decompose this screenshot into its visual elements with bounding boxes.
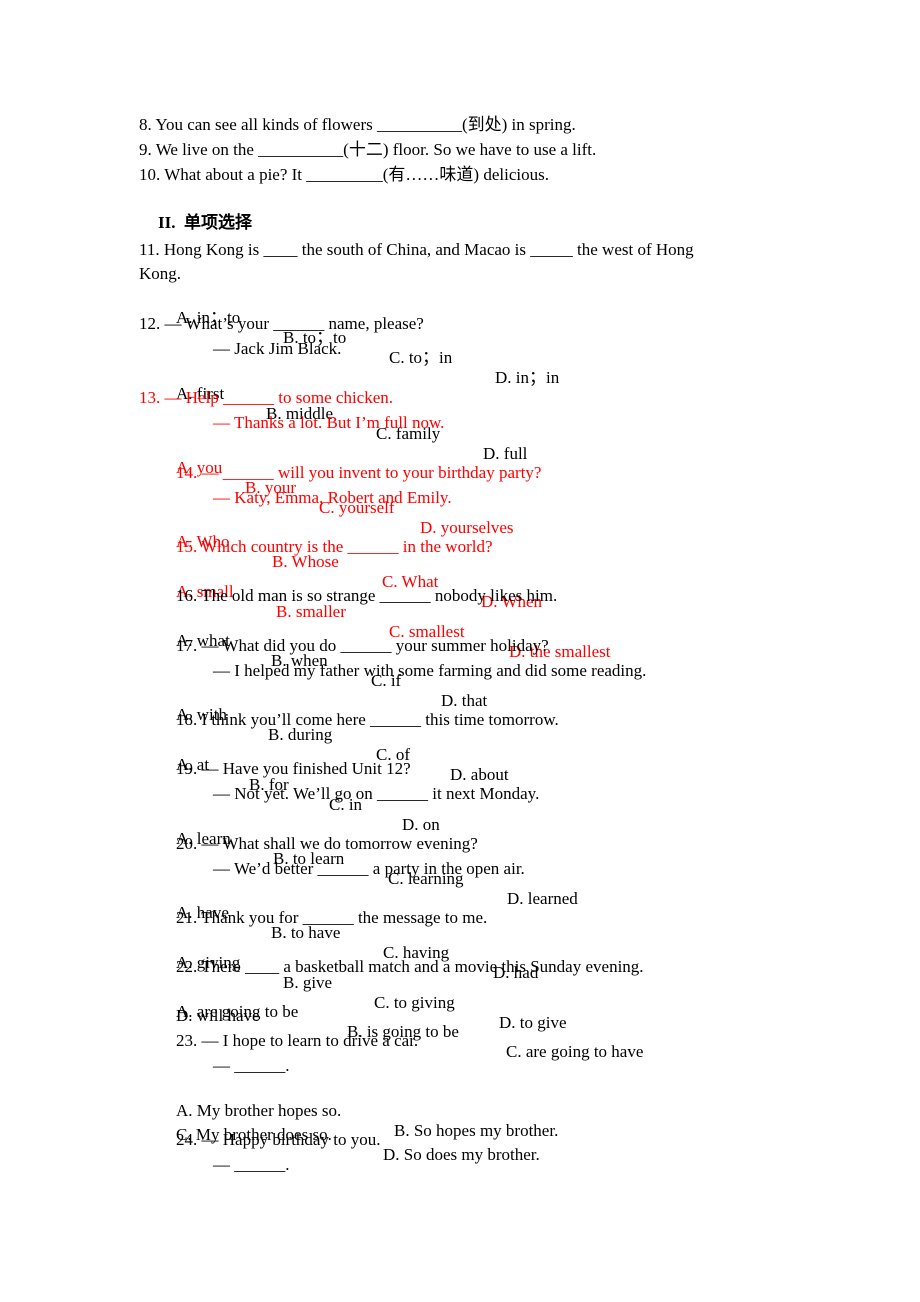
question-16-stem: 16. The old man is so strange ______ nob… <box>176 586 558 605</box>
question-14-options: A. Who B. Whose C. What D. When <box>0 512 920 611</box>
question-17-reply: — I helped my father with some farming a… <box>213 661 647 680</box>
question-15-stem: 15. Which country is the ______ in the w… <box>176 537 493 556</box>
question-21-options: A. giving B. give C. to giving D. to giv… <box>0 933 920 1032</box>
question-19-options: A. learn B. to learn C. learning D. lear… <box>0 809 920 908</box>
question-13-stem: 13. — Help ______ to some chicken. <box>139 388 394 407</box>
question-21-stem: 21. Thank you for ______ the message to … <box>176 908 488 927</box>
question-20-reply: — We’d better ______ a party in the open… <box>213 859 525 878</box>
question-20-stem: 20. — What shall we do tomorrow evening? <box>176 834 478 853</box>
question-19-stem: 19. — Have you finished Unit 12? <box>176 759 411 778</box>
question-12-stem: 12. — What’s your ______ name, please? <box>139 314 424 333</box>
question-23-stem: 23. — I hope to learn to drive a car. <box>176 1031 419 1050</box>
question-14-stem: 14. — ______ will you invent to your bir… <box>176 463 542 482</box>
option-d: D. So does my brother. <box>383 1145 540 1164</box>
question-13-options: A. you B. your C. yourself D. yourselves <box>0 438 920 537</box>
question-23-options-row1: A. My brother hopes so. B. So hopes my b… <box>0 1081 920 1140</box>
question-23-options-row2: C. My brother does so. D. So does my bro… <box>0 1105 920 1164</box>
question-17-options: A. with B. during C. of D. about <box>0 685 920 784</box>
question-19-reply: — Not yet. We’ll go on ______ it next Mo… <box>213 784 540 803</box>
option-d: D. about <box>450 765 509 784</box>
question-22-stem: 22. There ____ a basketball match and a … <box>176 957 644 976</box>
question-16-options: A. what B. when C. if D. that <box>0 611 920 710</box>
question-22-options: A. are going to be B. is going to be C. … <box>0 982 920 1061</box>
question-11-stem: 11. Hong Kong is ____ the south of China… <box>139 240 694 259</box>
question-11-stem-cont: Kong. <box>139 264 182 283</box>
option-d: D. to give <box>499 1013 567 1032</box>
option-c: C. are going to have <box>506 1042 644 1061</box>
fill-in-item-9: 9. We live on the __________(十二) floor. … <box>139 140 597 159</box>
question-17-stem: 17. — What did you do ______ your summer… <box>176 636 549 655</box>
question-18-options: A. at B. for C. in D. on <box>0 735 920 834</box>
fill-in-item-8: 8. You can see all kinds of flowers ____… <box>139 115 576 134</box>
section-title: II. 单项选择 <box>158 213 252 232</box>
question-22-option-d: D. will have <box>176 1006 260 1025</box>
question-15-options: A. small B. smaller C. smallest D. the s… <box>0 562 920 661</box>
question-23-reply: — ______. <box>213 1056 290 1075</box>
question-18-stem: 18. I think you’ll come here ______ this… <box>176 710 559 729</box>
question-24-reply: — ______. <box>213 1155 290 1174</box>
fill-in-item-10: 10. What about a pie? It _________(有……味道… <box>139 165 549 184</box>
question-12-options: A. first B. middle C. family D. full <box>0 364 920 463</box>
question-14-reply: — Katy, Emma, Robert and Emily. <box>213 488 452 507</box>
question-13-reply: — Thanks a lot. But I’m full now. <box>213 413 445 432</box>
question-20-options: A. have B. to have C. having D. had <box>0 883 920 982</box>
question-12-reply: — Jack Jim Black. <box>213 339 342 358</box>
question-11-options: A. in；to B. to；to C. to；in D. in；in <box>0 288 920 387</box>
question-24-stem: 24. — Happy birthday to you. <box>176 1130 381 1149</box>
